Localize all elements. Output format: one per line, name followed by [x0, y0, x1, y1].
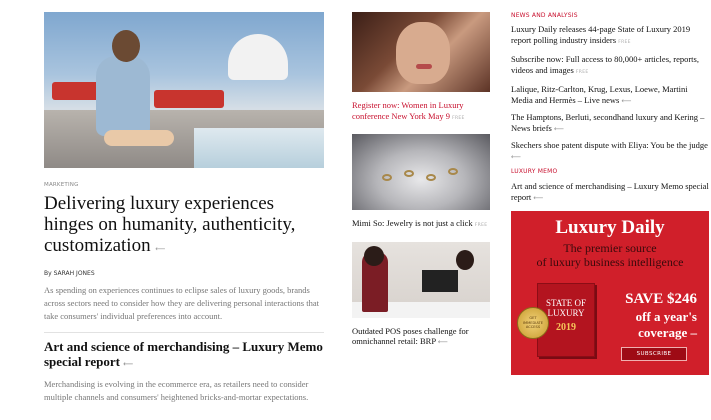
news-link-text[interactable]: Luxury Daily releases 44-page State of L…: [511, 24, 690, 45]
middle-column: Register now: Women in Luxury conference…: [352, 12, 490, 348]
image-screen: [422, 269, 458, 292]
promo-link[interactable]: Mimi So: Jewelry is not just a click FRE…: [352, 218, 490, 232]
news-link[interactable]: Subscribe now: Full access to 80,000+ ar…: [511, 54, 709, 78]
news-link[interactable]: Luxury Daily releases 44-page State of L…: [511, 24, 709, 48]
arrow-icon: ⟵: [123, 360, 134, 368]
image-person-legs: [104, 130, 174, 146]
promo-item: Register now: Women in Luxury conference…: [352, 12, 490, 124]
image-person: [96, 56, 150, 136]
secondary-headline-text[interactable]: Art and science of merchandising – Luxur…: [44, 339, 323, 369]
luxury-memo-label[interactable]: LUXURY MEMO: [511, 168, 709, 175]
right-column: NEWS AND ANALYSIS Luxury Daily releases …: [511, 12, 709, 375]
ad-brand-logo: Luxury Daily: [555, 217, 665, 238]
promo-item: Outdated POS poses challenge for omnicha…: [352, 241, 490, 348]
arrow-icon: ⟵: [553, 124, 565, 133]
ad-offer: coverage –: [638, 325, 697, 340]
lead-headline[interactable]: Delivering luxury experiences hinges on …: [44, 193, 324, 260]
news-analysis-label[interactable]: NEWS AND ANALYSIS: [511, 12, 709, 19]
image-lounger: [154, 90, 224, 108]
image-person-head: [364, 245, 384, 266]
news-link[interactable]: Skechers shoe patent dispute with Eliya:…: [511, 140, 709, 162]
news-link-text[interactable]: The Hamptons, Berluti, secondhand luxury…: [511, 112, 704, 133]
promo-link[interactable]: Register now: Women in Luxury conference…: [352, 100, 490, 124]
news-link-text[interactable]: Subscribe now: Full access to 80,000+ ar…: [511, 54, 699, 75]
luxury-daily-ad[interactable]: Luxury Daily The premier source of luxur…: [511, 211, 709, 375]
news-link-text[interactable]: Skechers shoe patent dispute with Eliya:…: [511, 140, 708, 150]
pos-image[interactable]: [352, 241, 490, 318]
arrow-icon: ⟵: [437, 338, 448, 346]
image-person-head: [456, 249, 474, 270]
promo-link-text[interactable]: Mimi So: Jewelry is not just a click: [352, 218, 473, 228]
free-badge: FREE: [575, 69, 589, 75]
jewelry-image[interactable]: [352, 134, 490, 210]
byline: By SARAH JONES: [44, 270, 95, 277]
ad-offer: SAVE $246: [625, 291, 697, 307]
lead-dek: As spending on experiences continues to …: [44, 285, 319, 321]
free-badge: FREE: [618, 39, 631, 45]
subscribe-button[interactable]: SUBSCRIBE: [621, 347, 687, 361]
arrow-icon: ⟵: [621, 96, 632, 105]
image-face: [396, 22, 450, 84]
image-ring: [404, 170, 414, 177]
ad-offer: off a year's: [635, 309, 697, 324]
memo-link[interactable]: Art and science of merchandising – Luxur…: [511, 181, 709, 203]
promo-link-text[interactable]: Outdated POS poses challenge for omnicha…: [352, 326, 469, 347]
secondary-dek: Merchandising is evolving in the ecommer…: [44, 379, 309, 402]
arrow-icon: ⟵: [511, 152, 522, 161]
promo-item: Mimi So: Jewelry is not just a click FRE…: [352, 134, 490, 232]
image-ring: [426, 174, 436, 181]
ad-tagline: of luxury business intelligence: [536, 255, 684, 269]
image-cabana: [228, 34, 288, 80]
arrow-icon: ⟵: [533, 193, 544, 202]
lead-story: MARKETING Delivering luxury experiences …: [44, 12, 324, 404]
news-link[interactable]: Lalique, Ritz-Carlton, Krug, Lexus, Loew…: [511, 84, 709, 106]
divider: [44, 332, 324, 333]
free-badge: FREE: [474, 223, 488, 228]
women-in-luxury-image[interactable]: [352, 12, 490, 92]
image-lips: [416, 64, 432, 69]
news-link-text[interactable]: Lalique, Ritz-Carlton, Krug, Lexus, Loew…: [511, 84, 688, 105]
image-ring: [448, 168, 458, 175]
lead-kicker[interactable]: MARKETING: [44, 182, 324, 188]
ad-seal-badge: GET IMMEDIATE ACCESS: [517, 307, 549, 339]
ad-tagline: The premier source: [563, 241, 657, 255]
lead-story-image[interactable]: [44, 12, 324, 168]
image-pool: [194, 128, 324, 168]
image-ring: [382, 174, 392, 181]
promo-link[interactable]: Outdated POS poses challenge for omnicha…: [352, 326, 490, 348]
promo-link-text[interactable]: Register now: Women in Luxury conference…: [352, 100, 464, 121]
ad-seal-text: GET IMMEDIATE ACCESS: [522, 316, 543, 329]
news-link[interactable]: The Hamptons, Berluti, secondhand luxury…: [511, 112, 709, 134]
arrow-icon: ⟵: [155, 245, 166, 253]
secondary-headline[interactable]: Art and science of merchandising – Luxur…: [44, 339, 324, 372]
lead-headline-text[interactable]: Delivering luxury experiences hinges on …: [44, 193, 295, 256]
free-badge: FREE: [452, 115, 465, 121]
image-person-head: [112, 30, 140, 62]
news-list: Luxury Daily releases 44-page State of L…: [511, 24, 709, 162]
